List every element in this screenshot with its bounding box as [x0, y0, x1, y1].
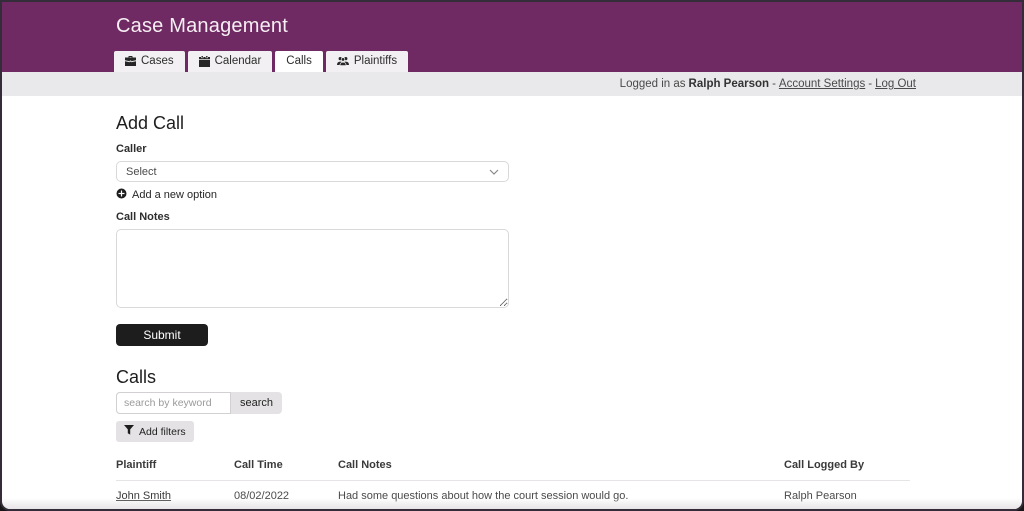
add-new-option-link[interactable]: Add a new option	[116, 188, 217, 202]
app-title: Case Management	[116, 15, 288, 38]
search-control: search	[116, 392, 282, 414]
tab-label: Plaintiffs	[354, 55, 397, 67]
calls-heading: Calls	[116, 366, 1022, 388]
page-content: Add Call Caller Select Add a new option …	[2, 112, 1022, 511]
logged-in-user: Ralph Pearson	[689, 78, 770, 90]
caller-select[interactable]: Select	[116, 161, 509, 182]
tab-calls[interactable]: Calls	[275, 51, 323, 72]
col-call-logged-by: Call Logged By	[784, 452, 910, 481]
briefcase-icon	[125, 56, 136, 66]
plus-circle-icon	[116, 188, 127, 202]
tab-calendar[interactable]: Calendar	[188, 51, 273, 72]
logout-link[interactable]: Log Out	[875, 78, 916, 90]
separator: -	[772, 78, 776, 90]
add-new-option-label: Add a new option	[132, 189, 217, 201]
call-logged-by-cell: Ralph Pearson	[784, 481, 910, 511]
add-filters-button[interactable]: Add filters	[116, 421, 194, 442]
col-plaintiff: Plaintiff	[116, 452, 234, 481]
search-button[interactable]: search	[231, 392, 282, 414]
call-time-cell: 08/02/2022	[234, 481, 338, 511]
add-call-heading: Add Call	[116, 112, 1022, 134]
search-input[interactable]	[116, 392, 231, 414]
call-notes-cell: Had some questions about how the court s…	[338, 481, 784, 511]
app-header: Case Management Cases Calendar Calls	[2, 2, 1022, 72]
main-nav: Cases Calendar Calls Plaintiffs	[114, 51, 408, 72]
call-notes-label: Call Notes	[116, 211, 1022, 224]
separator: -	[868, 78, 872, 90]
col-call-notes: Call Notes	[338, 452, 784, 481]
filter-funnel-icon	[124, 425, 134, 438]
tab-label: Calendar	[215, 55, 262, 67]
users-icon	[337, 56, 349, 66]
tab-plaintiffs[interactable]: Plaintiffs	[326, 51, 408, 72]
logged-in-text: Logged in as	[620, 78, 686, 90]
browser-viewport: Case Management Cases Calendar Calls	[0, 0, 1024, 511]
caller-label: Caller	[116, 143, 1022, 156]
tab-label: Calls	[286, 55, 312, 67]
col-call-time: Call Time	[234, 452, 338, 481]
calendar-icon	[199, 56, 210, 67]
calls-table: Plaintiff Call Time Call Notes Call Logg…	[116, 452, 910, 511]
table-header-row: Plaintiff Call Time Call Notes Call Logg…	[116, 452, 910, 481]
submit-button[interactable]: Submit	[116, 324, 208, 346]
plaintiff-link[interactable]: John Smith	[116, 490, 171, 502]
table-row: John Smith 08/02/2022 Had some questions…	[116, 481, 910, 511]
caller-select-value: Select	[126, 166, 157, 178]
tab-label: Cases	[141, 55, 174, 67]
tab-cases[interactable]: Cases	[114, 51, 185, 72]
account-settings-link[interactable]: Account Settings	[779, 78, 865, 90]
call-notes-textarea[interactable]	[116, 229, 509, 308]
chevron-down-icon	[489, 166, 499, 178]
session-bar: Logged in as Ralph Pearson - Account Set…	[2, 72, 1022, 96]
add-filters-label: Add filters	[139, 426, 186, 438]
